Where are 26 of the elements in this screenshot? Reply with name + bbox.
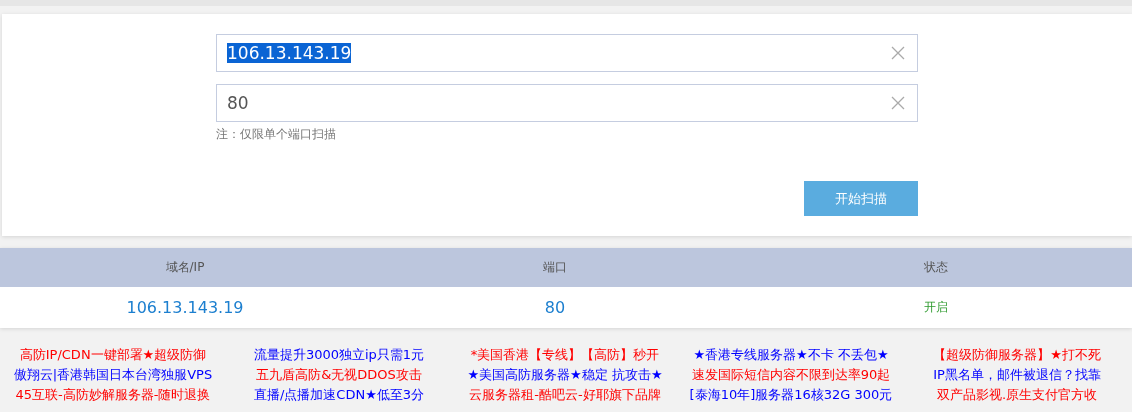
ad-link[interactable]: [泰海10年]服务器16核32G 300元 [689, 386, 893, 404]
input-field[interactable]: 106.13.143.19 [216, 34, 918, 72]
ad-link[interactable]: ★美国高防服务器★稳定 抗攻击★ [467, 366, 663, 384]
input-field[interactable]: 80 [216, 84, 918, 122]
ad-link[interactable]: ★香港专线服务器★不卡 不丢包★ [693, 346, 889, 364]
ad-link[interactable]: 【超级防御服务器】★打不死 [933, 346, 1101, 364]
ad-link[interactable]: 速发国际短信内容不限到达率90起 [691, 366, 891, 384]
ad-link[interactable]: IP黑名单，邮件被退信？找靠 [933, 366, 1101, 384]
ad-link[interactable]: *美国香港【专线】【高防】秒开 [470, 346, 660, 364]
ad-link[interactable]: 傲翔云|香港韩国日本台湾独服VPS [13, 366, 213, 384]
column-header: 端口 [543, 259, 567, 276]
ad-link[interactable]: 五九盾高防&无视DDOS攻击 [256, 366, 422, 384]
clear-icon[interactable] [891, 46, 905, 60]
ad-link[interactable]: 高防IP/CDN一键部署★超级防御 [19, 346, 207, 364]
ad-link[interactable]: 直播/点播加速CDN★低至3分 [253, 386, 425, 404]
column-header: 域名/IP [165, 259, 205, 276]
table-cell: 80 [544, 298, 566, 317]
ad-link[interactable]: 45互联-高防妙解服务器-随时退换 [15, 386, 211, 404]
note-text: 注：仅限单个端口扫描 [216, 126, 337, 143]
table-cell: 开启 [924, 299, 948, 316]
ad-link[interactable]: 流量提升3000独立ip只需1元 [253, 346, 425, 364]
column-header: 状态 [924, 259, 948, 276]
table-cell: 106.13.143.19 [126, 298, 244, 317]
clear-icon[interactable] [891, 96, 905, 110]
ad-link[interactable]: 双产品影视.原生支付官方收 [936, 386, 1098, 404]
ad-link[interactable]: 云服务器租-酷吧云-好耶旗下品牌 [469, 386, 661, 404]
